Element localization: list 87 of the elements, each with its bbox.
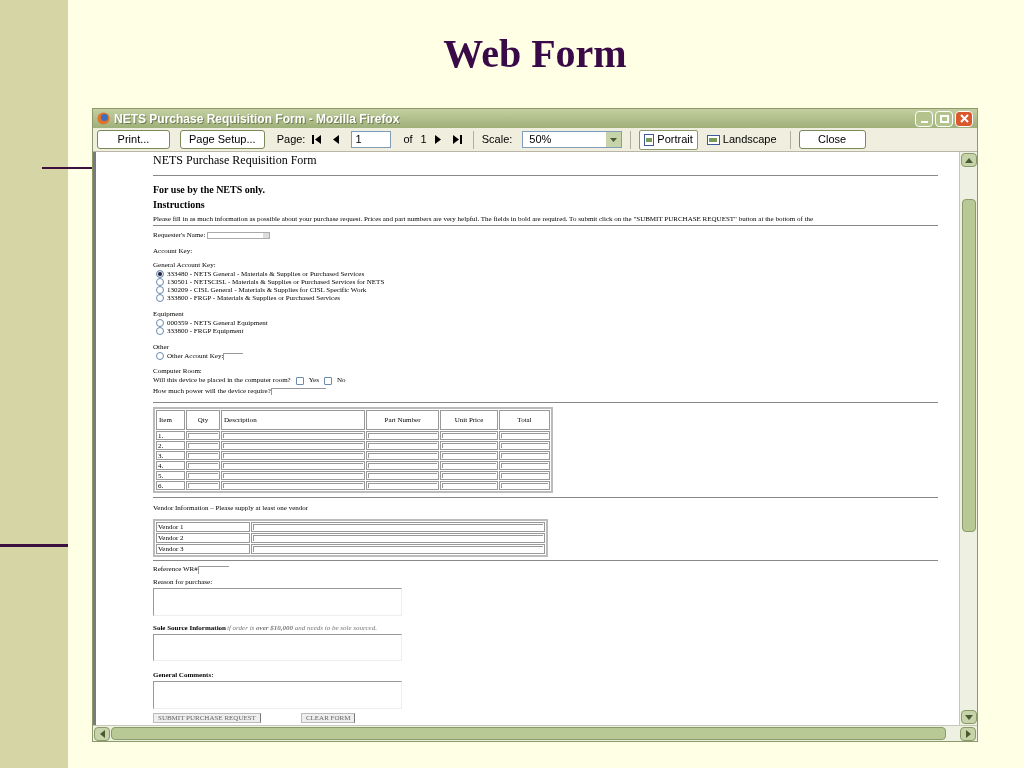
form-heading: NETS Purchase Requisition Form — [153, 153, 317, 167]
previous-page-icon[interactable] — [331, 135, 341, 144]
input-field[interactable] — [188, 473, 218, 478]
input-field[interactable] — [501, 453, 548, 458]
input-field[interactable] — [442, 463, 496, 468]
form-subheading: For use by the NETS only. — [153, 185, 266, 194]
dropdown-caret-icon — [606, 132, 622, 147]
input-field[interactable] — [253, 535, 543, 541]
radio-button[interactable] — [156, 319, 164, 327]
input-field[interactable] — [501, 473, 548, 478]
window-title: NETS Purchase Requisition Form - Mozilla Firefox — [114, 110, 400, 128]
input-field[interactable] — [368, 443, 437, 448]
checkbox[interactable] — [295, 376, 304, 385]
input-field[interactable] — [501, 443, 548, 448]
right-arrow-icon — [965, 729, 971, 738]
radio-button[interactable] — [156, 270, 164, 278]
scale-label: Scale: — [481, 132, 513, 148]
portrait-page-icon — [644, 133, 655, 146]
vertical-scrollbar[interactable] — [959, 152, 977, 725]
input-field[interactable] — [368, 483, 437, 488]
input-field[interactable] — [223, 433, 363, 438]
scroll-left-button[interactable] — [94, 726, 110, 741]
page-label: Page: — [276, 132, 306, 148]
radio-button[interactable] — [156, 286, 164, 294]
landscape-page-icon — [706, 134, 720, 145]
input-field[interactable] — [223, 483, 363, 488]
text-area[interactable] — [153, 588, 402, 616]
input-field[interactable] — [368, 463, 437, 468]
scroll-right-button[interactable] — [960, 726, 976, 741]
input-field[interactable] — [442, 473, 496, 478]
horizontal-scroll-thumb[interactable] — [111, 727, 946, 740]
radio-button[interactable] — [156, 327, 164, 335]
input-field[interactable] — [442, 433, 496, 438]
radio-button[interactable] — [156, 352, 164, 360]
browser-icon — [97, 112, 110, 125]
input-field[interactable] — [368, 453, 437, 458]
landscape-button[interactable]: Landscape — [701, 129, 782, 150]
first-page-icon[interactable] — [312, 135, 322, 144]
input-field[interactable] — [223, 443, 363, 448]
input-field[interactable] — [501, 483, 548, 488]
input-field[interactable] — [442, 443, 496, 448]
input-field[interactable] — [442, 483, 496, 488]
minimize-button[interactable] — [915, 110, 933, 127]
text-area[interactable] — [153, 681, 402, 709]
page-number-field[interactable]: 1 — [351, 131, 392, 148]
scroll-up-button[interactable] — [960, 153, 977, 167]
input-field[interactable] — [188, 463, 218, 468]
close-window-button[interactable] — [955, 110, 973, 127]
radio-button[interactable] — [156, 278, 164, 286]
scale-dropdown[interactable]: 50% — [522, 131, 623, 148]
input-field[interactable] — [501, 463, 548, 468]
down-arrow-icon — [964, 714, 973, 720]
input-field[interactable] — [188, 483, 218, 488]
slide-title: Web Form — [443, 30, 627, 78]
last-page-icon[interactable] — [452, 135, 462, 144]
input-field[interactable] — [501, 433, 548, 438]
input-field[interactable] — [188, 443, 218, 448]
page-total: 1 — [420, 132, 427, 148]
input-field[interactable] — [223, 473, 363, 478]
input-field[interactable] — [188, 453, 218, 458]
page-setup-button[interactable]: Page Setup... — [180, 130, 265, 149]
input-field[interactable] — [223, 453, 363, 458]
radio-button[interactable] — [156, 294, 164, 302]
input-field[interactable] — [188, 433, 218, 438]
input-field[interactable] — [368, 433, 437, 438]
dropdown-caret-icon — [263, 233, 270, 238]
input-field[interactable] — [368, 473, 437, 478]
input-field[interactable] — [223, 463, 363, 468]
of-label: of — [403, 132, 413, 148]
horizontal-scrollbar[interactable] — [93, 725, 977, 741]
scroll-down-button[interactable] — [960, 710, 977, 724]
input-field[interactable] — [253, 546, 543, 552]
checkbox[interactable] — [323, 376, 332, 385]
input-field[interactable] — [253, 524, 543, 530]
input-field[interactable] — [442, 453, 496, 458]
next-page-icon[interactable] — [433, 135, 443, 144]
close-button[interactable]: Close — [798, 130, 866, 149]
portrait-button[interactable]: Portrait — [639, 129, 698, 150]
up-arrow-icon — [964, 157, 973, 163]
text-area[interactable] — [153, 634, 402, 661]
left-arrow-icon — [99, 729, 105, 738]
maximize-button[interactable] — [935, 110, 953, 127]
close-icon — [959, 114, 969, 123]
section-heading: Instructions — [153, 200, 205, 209]
requester-dropdown[interactable] — [207, 232, 271, 239]
scroll-thumb[interactable] — [961, 199, 976, 532]
print-button[interactable]: Print... — [97, 130, 170, 149]
